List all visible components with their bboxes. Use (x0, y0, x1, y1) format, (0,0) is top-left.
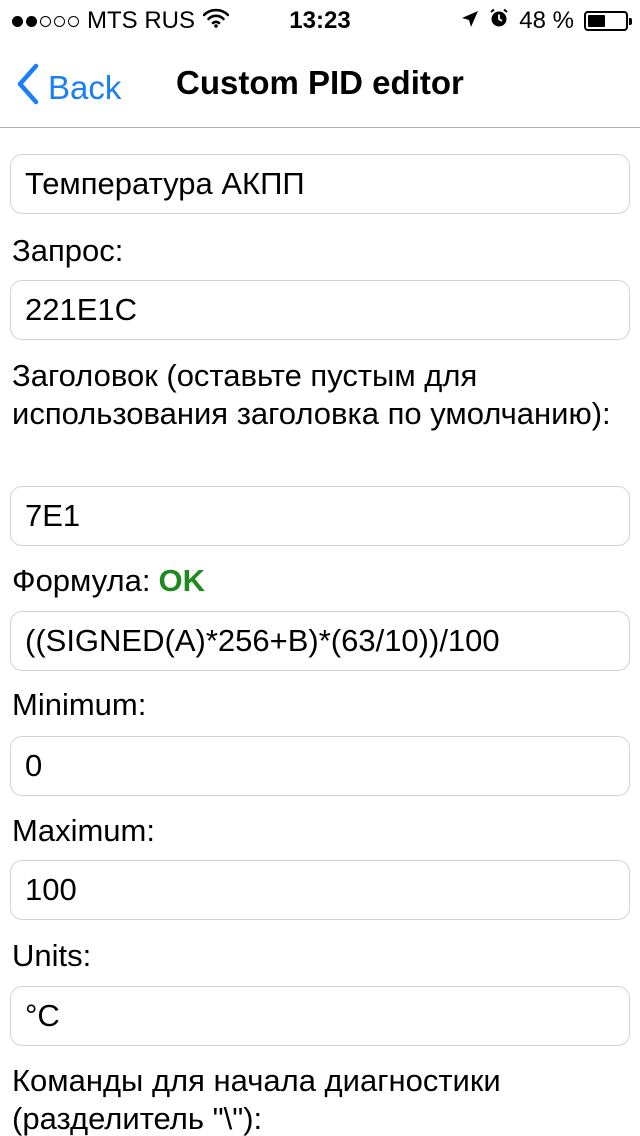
status-right: 48 % (461, 7, 632, 35)
header-field[interactable]: 7E1 (10, 486, 630, 546)
maximum-label: Maximum: (12, 813, 155, 848)
alarm-icon (489, 7, 509, 35)
back-label: Back (48, 69, 122, 106)
navigation-bar: Back Custom PID editor (0, 40, 640, 128)
formula-status-badge: OK (158, 563, 205, 598)
formula-label: Формула: (12, 563, 151, 598)
header-label: Заголовок (оставьте пустым для использов… (12, 358, 611, 431)
maximum-field[interactable]: 100 (10, 860, 630, 920)
name-field[interactable]: Температура АКПП (10, 154, 630, 214)
location-arrow-icon (461, 7, 479, 35)
page-title: Custom PID editor (176, 64, 464, 101)
diagnostic-commands-label: Команды для начала диагностики (разделит… (12, 1063, 501, 1136)
minimum-label: Minimum: (12, 687, 147, 722)
chevron-left-icon (14, 62, 40, 114)
status-bar: MTS RUS 13:23 48 % (0, 0, 640, 40)
back-button[interactable]: Back (14, 62, 121, 114)
battery-icon (584, 11, 632, 31)
formula-label-row: Формула: OK (12, 562, 612, 600)
battery-percent: 48 % (519, 7, 574, 34)
units-field[interactable]: °C (10, 986, 630, 1046)
minimum-field[interactable]: 0 (10, 736, 630, 796)
request-label: Запрос: (12, 233, 124, 268)
pid-editor-form[interactable]: Температура АКПП Запрос: 221E1C Заголово… (0, 128, 640, 1136)
units-label: Units: (12, 938, 92, 973)
battery-fill (588, 15, 606, 27)
request-field[interactable]: 221E1C (10, 280, 630, 340)
formula-field[interactable]: ((SIGNED(A)*256+B)*(63/10))/100 (10, 611, 630, 671)
